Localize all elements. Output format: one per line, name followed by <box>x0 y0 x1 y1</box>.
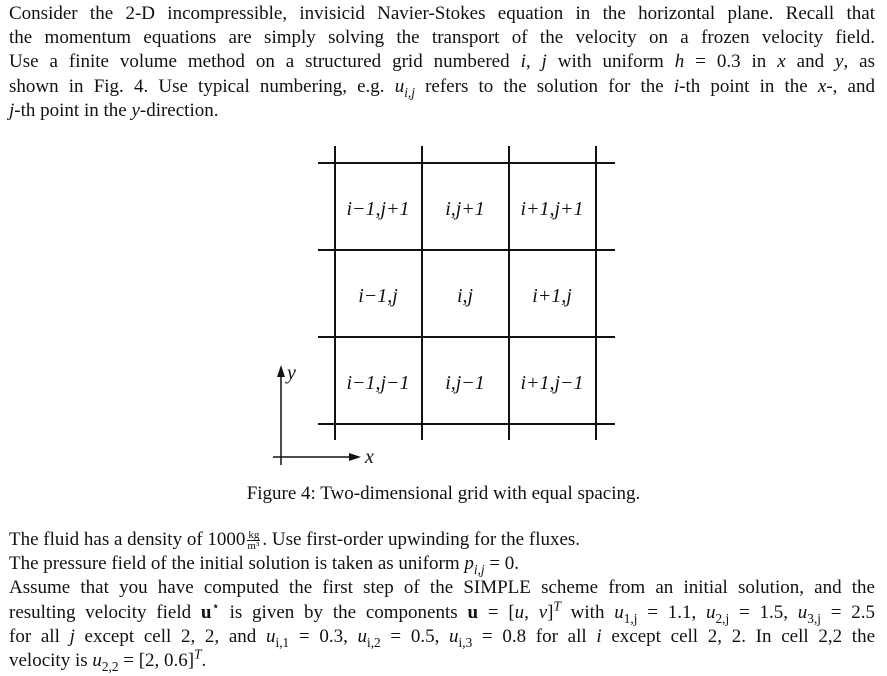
cell-label: i,j <box>457 285 474 307</box>
sub: 2,2 <box>101 658 119 674</box>
forall-line: for all j except cell 2, 2, and ui,1 = 0… <box>9 625 875 649</box>
text: -th point in the <box>679 75 818 97</box>
text: = 0.8 for all <box>472 625 597 647</box>
p: p <box>464 553 474 575</box>
sub: i,j <box>404 84 415 100</box>
text: = 0.5, <box>380 625 450 647</box>
text: = [ <box>478 601 515 623</box>
cell-label: i−1,j+1 <box>346 198 409 220</box>
cell22-line: velocity is u2,2 = [2, 0.6]T. <box>9 646 875 674</box>
velocity-line: resulting velocity field u⋆ is given by … <box>9 598 876 626</box>
text: The fluid has a density of 1000 <box>9 529 246 550</box>
text: . Use first-order upwinding for the flux… <box>262 529 581 550</box>
cell-label: i,j−1 <box>445 372 485 394</box>
cell-label: i−1,j <box>358 285 398 307</box>
u: u <box>394 75 405 97</box>
text: shown in Fig. 4. Use typical numbering, … <box>9 75 385 97</box>
star: ⋆ <box>211 598 220 614</box>
text: with <box>560 601 615 623</box>
x-axis-arrow-icon <box>349 453 361 461</box>
text: = 1.1, <box>637 601 707 623</box>
u: u <box>357 625 368 647</box>
u: u <box>92 650 102 672</box>
u: u <box>266 625 276 647</box>
pressure-line: The pressure field of the initial soluti… <box>9 552 875 576</box>
text: = [2, 0.6] <box>118 650 195 672</box>
intro-line-3: Use a finite volume method on a structur… <box>9 50 875 74</box>
text: = 2.5 <box>820 601 876 623</box>
text: with uniform <box>557 51 664 73</box>
u: u <box>797 601 808 623</box>
sub: i,j <box>473 562 485 577</box>
math-uij: ui,j <box>394 75 415 100</box>
u: u <box>706 601 716 623</box>
text: for all <box>9 625 70 647</box>
text: -th point in the <box>14 99 127 121</box>
text: Use a finite volume method on a structur… <box>9 51 510 73</box>
math-u-bold: u <box>200 601 212 623</box>
density-line: The fluid has a density of 1000 kg m³. Use… <box>9 528 875 552</box>
sub: i,1 <box>275 634 290 650</box>
cell-label: i,j+1 <box>445 198 485 220</box>
transpose: T <box>194 646 202 662</box>
text: = 0.3 in <box>684 51 778 73</box>
text: -, and <box>826 75 875 97</box>
text: velocity is <box>9 650 93 672</box>
u: u <box>449 625 459 647</box>
math-x: x <box>777 51 786 73</box>
text: resulting velocity field <box>9 601 201 623</box>
text: . <box>201 650 207 672</box>
transpose: T <box>553 598 561 614</box>
sub: i,2 <box>367 634 381 650</box>
text: -direction. <box>139 99 219 121</box>
math-ij: i, j <box>520 51 547 73</box>
text: except cell 2, 2, and <box>74 625 267 647</box>
text: = 0. <box>484 553 520 575</box>
intro-line-5: j-th point in the y-direction. <box>9 99 875 123</box>
cell-label: i+1,j−1 <box>520 372 583 394</box>
sub: 1,j <box>623 610 638 626</box>
cell-label: i−1,j−1 <box>346 372 409 394</box>
intro-line-1: Consider the 2-D incompressible, invisic… <box>9 3 875 24</box>
intro-line-4: shown in Fig. 4. Use typical numbering, … <box>9 75 875 99</box>
text: = 1.5, <box>729 601 798 623</box>
u: u <box>614 601 624 623</box>
y-axis-label: y <box>285 362 296 384</box>
y-axis-arrow-icon <box>277 365 285 377</box>
text: = 0.3, <box>289 625 358 647</box>
text: except cell 2, 2. In cell 2,2 the <box>601 625 875 647</box>
density-unit-fraction: kg m³ <box>247 530 261 553</box>
math-pij: pi,j <box>464 553 485 577</box>
math-h: h <box>674 51 685 73</box>
cell-label: i+1,j <box>532 285 572 307</box>
figure-caption: Figure 4: Two-dimensional grid with equa… <box>246 483 641 504</box>
text: refers to the solution for the <box>414 75 674 97</box>
text: and <box>785 51 836 73</box>
text: , as <box>843 51 876 73</box>
simple-line: Assume that you have computed the first … <box>9 577 875 599</box>
problem-paragraph: The fluid has a density of 1000 kg m³. Use… <box>9 528 875 673</box>
math-u-bold: u <box>467 601 479 623</box>
sub: 2,j <box>715 610 730 626</box>
grid-figure: i−1,j+1 i,j+1 i+1,j+1 i−1,j i,j i+1,j i−… <box>273 146 615 468</box>
text: is given by the components <box>219 601 468 623</box>
sub: 3,j <box>807 610 821 626</box>
sub: i,3 <box>458 634 473 650</box>
math-uv: u, v <box>514 601 548 623</box>
cell-label: i+1,j+1 <box>520 198 583 220</box>
denominator: m³ <box>247 540 260 553</box>
x-axis-label: x <box>364 446 374 468</box>
intro-line-2: the momentum equations are simply solvin… <box>9 27 875 49</box>
math-y: y <box>131 99 140 121</box>
text: The pressure field of the initial soluti… <box>9 553 465 575</box>
intro-paragraph: Consider the 2-D incompressible, invisic… <box>9 2 875 123</box>
